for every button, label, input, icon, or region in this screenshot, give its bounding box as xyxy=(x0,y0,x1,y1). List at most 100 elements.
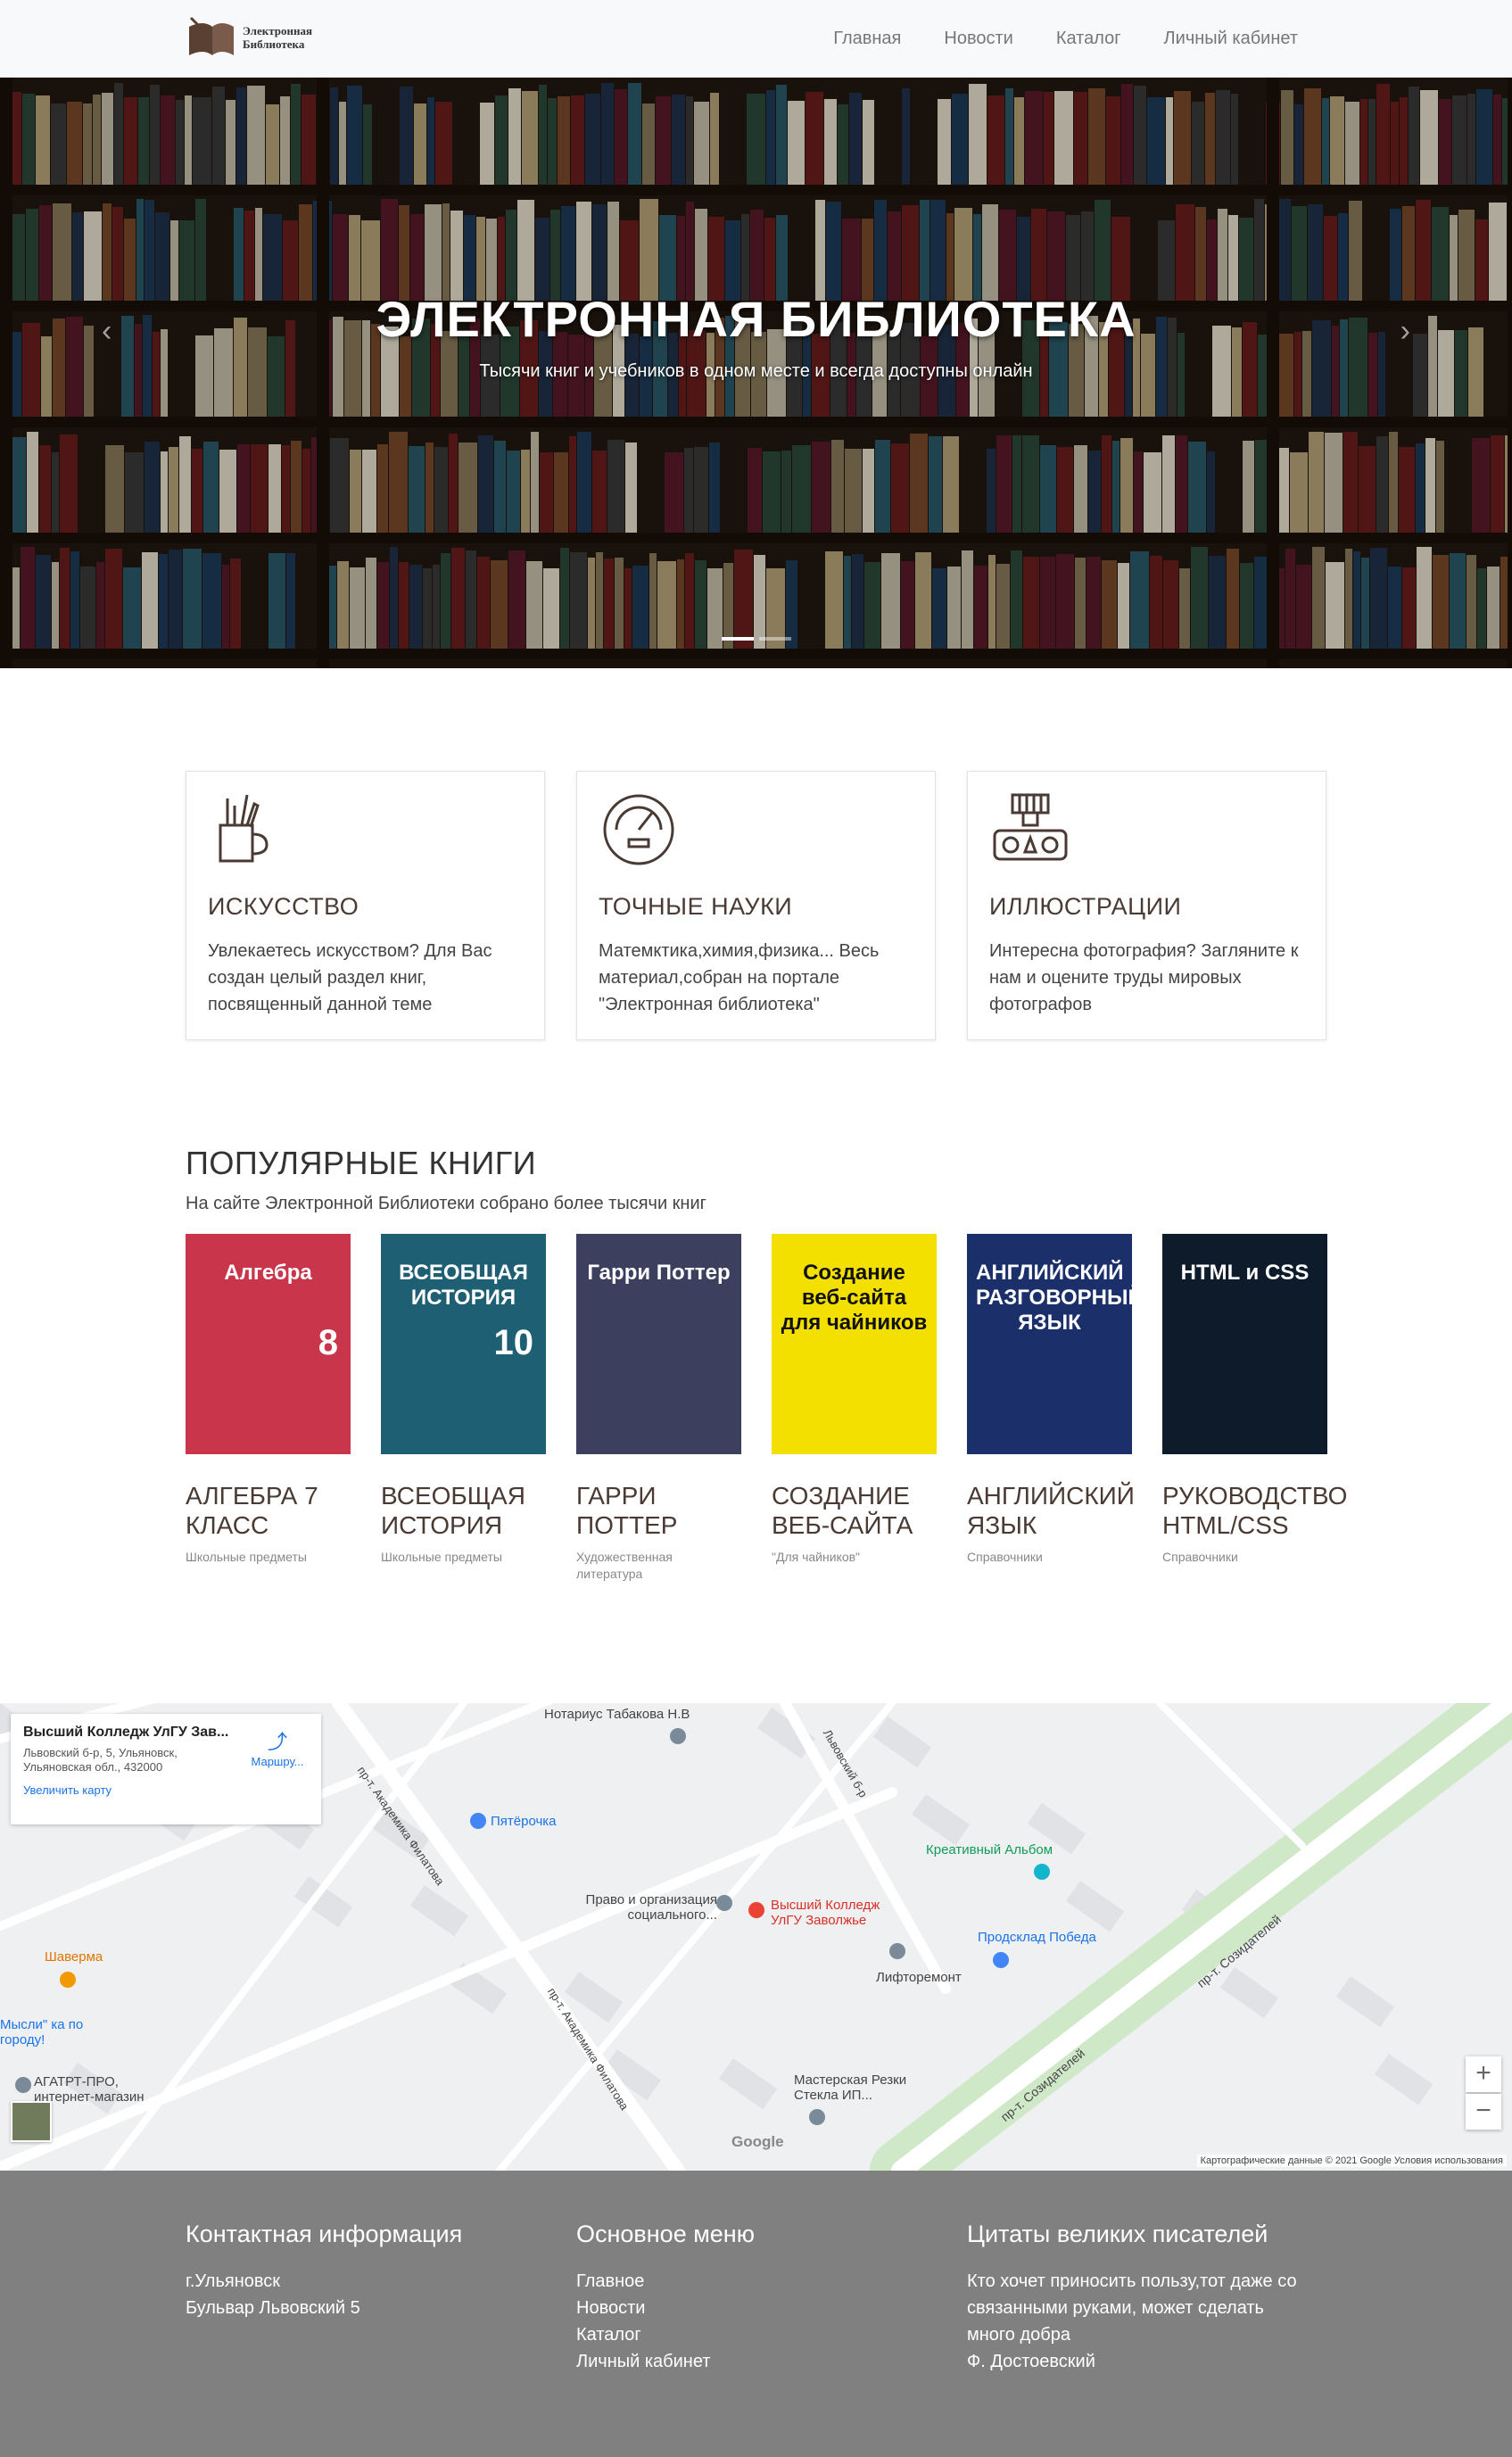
book-title[interactable]: СОЗДАНИЕ ВЕБ-САЙТА xyxy=(772,1481,937,1540)
notary-pin-icon[interactable] xyxy=(670,1728,686,1744)
map-route-button[interactable]: ⤴ Маршру... xyxy=(246,1726,309,1768)
book-cover-text: АНГЛИЙСКИЙ РАЗГОВОРНЫЙ ЯЗЫК xyxy=(976,1261,1132,1335)
creative-pin-icon[interactable] xyxy=(1034,1864,1050,1880)
footer-contact-line: Бульвар Львовский 5 xyxy=(186,2298,360,2318)
footer-quote: Цитаты великих писателей Кто хочет прино… xyxy=(967,2221,1324,2375)
book-cover-text: Создание веб-сайта для чайников xyxy=(781,1261,928,1335)
hero-subtitle: Тысячи книг и учебников в одном месте и … xyxy=(479,361,1033,381)
lift-pin-icon[interactable] xyxy=(889,1943,905,1959)
nav-link-account[interactable]: Личный кабинет xyxy=(1164,29,1298,49)
feature-card-art[interactable]: ИСКУССТВО Увлекаетесь искусством? Для Ва… xyxy=(186,771,545,1040)
feature-card-sciences[interactable]: ТОЧНЫЕ НАУКИ Матемктика,химия,физика... … xyxy=(576,771,936,1040)
book-item[interactable]: Создание веб-сайта для чайников СОЗДАНИЕ … xyxy=(772,1234,937,1583)
map-label: Шаверма xyxy=(45,1949,103,1965)
footer: Контактная информация г.Ульяновск Бульва… xyxy=(0,2171,1512,2457)
book-cover-text: Алгебра xyxy=(224,1261,312,1285)
map-label: Право и организация социального... xyxy=(585,1892,717,1923)
office-pin-icon[interactable] xyxy=(716,1895,732,1911)
college-pin-icon[interactable] xyxy=(748,1902,764,1918)
book-category: Школьные предметы xyxy=(186,1550,307,1564)
book-item[interactable]: Алгебра 8 АЛГЕБРА 7 КЛАСС Школьные предметы xyxy=(186,1234,351,1583)
book-cover-image[interactable]: ВСЕОБЩАЯ ИСТОРИЯ 10 xyxy=(381,1234,546,1454)
logo-line-1: Электронная xyxy=(243,24,312,37)
map-label-college: Высший Колледж УлГУ Заволжье xyxy=(771,1898,880,1928)
footer-menu-link[interactable]: Каталог xyxy=(576,2321,933,2348)
map-building xyxy=(1065,1881,1125,1932)
feature-text: Увлекаетесь искусством? Для Вас создан ц… xyxy=(208,941,492,1014)
map-place-card: Высший Колледж УлГУ Зав... Львовский б-р… xyxy=(11,1714,321,1824)
carousel-next-icon[interactable]: › xyxy=(1400,314,1410,349)
feature-title: ИСКУССТВО xyxy=(208,893,359,920)
google-logo: Google xyxy=(731,2133,784,2150)
carousel-indicators xyxy=(0,637,1512,641)
footer-quote-line: связанными руками, может сделать xyxy=(967,2298,1264,2318)
footer-menu-link[interactable]: Личный кабинет xyxy=(576,2348,933,2375)
map-zoom-in-button[interactable]: + xyxy=(1466,2056,1501,2092)
book-title[interactable]: АНГЛИЙСКИЙ ЯЗЫК xyxy=(967,1481,1135,1540)
footer-contacts: Контактная информация г.Ульяновск Бульва… xyxy=(186,2221,542,2321)
route-icon: ⤴ xyxy=(267,1731,287,1753)
footer-menu-link[interactable]: Новости xyxy=(576,2295,933,2321)
agatrt-pin-icon[interactable] xyxy=(15,2077,31,2093)
map-enlarge-link[interactable]: Увеличить карту xyxy=(23,1783,309,1797)
book-title[interactable]: РУКОВОДСТВО HTML/CSS xyxy=(1162,1481,1347,1540)
footer-menu-link[interactable]: Главное xyxy=(576,2268,933,2295)
google-map[interactable]: Нотариус Табакова Н.В Пятёрочка Креативн… xyxy=(0,1703,1512,2171)
book-title[interactable]: АЛГЕБРА 7 КЛАСС xyxy=(186,1481,351,1540)
book-cover-text: ВСЕОБЩАЯ ИСТОРИЯ xyxy=(399,1261,528,1310)
book-list: Алгебра 8 АЛГЕБРА 7 КЛАСС Школьные предметы… xyxy=(186,1234,1347,1583)
popular-books-subtitle: На сайте Электронной Библиотеки собрано … xyxy=(186,1194,706,1213)
book-logo-icon xyxy=(189,16,234,55)
book-item[interactable]: АНГЛИЙСКИЙ РАЗГОВОРНЫЙ ЯЗЫК АНГЛИЙСКИЙ ЯЗ… xyxy=(967,1234,1135,1583)
map-building xyxy=(1374,2054,1434,2105)
food-pin-icon[interactable] xyxy=(60,1972,76,1988)
hero-carousel: ЭЛЕКТРОННАЯ БИБЛИОТЕКА Тысячи книг и уче… xyxy=(0,78,1512,668)
feature-card-illustrations[interactable]: ИЛЛЮСТРАЦИИ Интересна фотография? Заглян… xyxy=(967,771,1326,1040)
nav-link-home[interactable]: Главная xyxy=(833,29,901,49)
map-label: Продсклад Победа xyxy=(978,1930,1096,1945)
site-logo[interactable]: Электронная Библиотека xyxy=(186,14,332,61)
carousel-indicator-2[interactable] xyxy=(758,637,791,641)
map-place-title: Высший Колледж УлГУ Зав... xyxy=(23,1725,229,1740)
gauge-icon xyxy=(603,794,674,865)
map-zoom-out-button[interactable]: − xyxy=(1466,2094,1501,2130)
prodsklad-pin-icon[interactable] xyxy=(993,1952,1009,1968)
map-building xyxy=(1335,1976,1395,2028)
map-label: Нотариус Табакова Н.В xyxy=(544,1707,690,1722)
book-cover-image[interactable]: Гарри Поттер xyxy=(576,1234,741,1454)
book-title[interactable]: ВСЕОБЩАЯ ИСТОРИЯ xyxy=(381,1481,546,1540)
book-cover-image[interactable]: АНГЛИЙСКИЙ РАЗГОВОРНЫЙ ЯЗЫК xyxy=(967,1234,1132,1454)
book-item[interactable]: Гарри Поттер ГАРРИ ПОТТЕР Художественная л… xyxy=(576,1234,741,1583)
feature-text: Матемктика,химия,физика... Весь материал… xyxy=(599,941,880,1014)
glass-pin-icon[interactable] xyxy=(809,2109,825,2125)
book-cover-image[interactable]: HTML и CSS xyxy=(1162,1234,1327,1454)
book-category: Школьные предметы xyxy=(381,1550,502,1564)
book-cover-text: HTML и CSS xyxy=(1180,1261,1310,1285)
map-building xyxy=(911,1794,971,1846)
map-label: АГАТРТ-ПРО, интернет-магазин xyxy=(34,2074,145,2105)
footer-quote-title: Цитаты великих писателей xyxy=(967,2221,1268,2247)
footer-quote-line: много добра xyxy=(967,2325,1070,2345)
map-attribution[interactable]: Картографические данные © 2021 Google Ус… xyxy=(1196,2155,1507,2167)
book-cover-image[interactable]: Создание веб-сайта для чайников xyxy=(772,1234,937,1454)
nav-link-catalog[interactable]: Каталог xyxy=(1056,29,1121,49)
map-label: Мастерская Резки Стекла ИП... xyxy=(794,2072,907,2103)
map-label: Креативный Альбом xyxy=(926,1842,1053,1857)
popular-books-title: ПОПУЛЯРНЫЕ КНИГИ xyxy=(186,1145,537,1181)
book-item[interactable]: HTML и CSS РУКОВОДСТВО HTML/CSS Справочник… xyxy=(1162,1234,1347,1583)
book-category: Художественная литература xyxy=(576,1550,673,1581)
map-street xyxy=(1156,1703,1306,1849)
book-cover-image[interactable]: Алгебра 8 xyxy=(186,1234,351,1454)
book-item[interactable]: ВСЕОБЩАЯ ИСТОРИЯ 10 ВСЕОБЩАЯ ИСТОРИЯ Школьн… xyxy=(381,1234,546,1583)
camera-icon xyxy=(993,793,1068,861)
footer-contact-line: г.Ульяновск xyxy=(186,2271,281,2291)
footer-menu: Основное меню Главное Новости Каталог Ли… xyxy=(576,2221,933,2375)
navbar: Электронная Библиотека Главная Новости К… xyxy=(0,0,1512,78)
carousel-prev-icon[interactable]: ‹ xyxy=(102,314,112,349)
carousel-indicator-1[interactable] xyxy=(721,637,754,641)
satellite-toggle-button[interactable] xyxy=(11,2101,52,2142)
book-cover-text: Гарри Поттер xyxy=(587,1261,731,1285)
book-title[interactable]: ГАРРИ ПОТТЕР xyxy=(576,1481,741,1540)
nav-link-news[interactable]: Новости xyxy=(944,29,1012,49)
shop-pin-icon[interactable] xyxy=(470,1813,486,1829)
